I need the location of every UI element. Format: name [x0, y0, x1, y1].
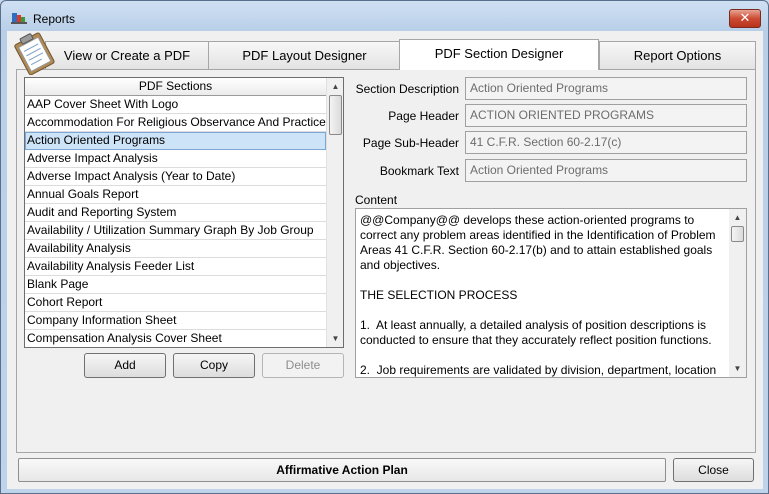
title-bar[interactable]: Reports ✕ — [1, 1, 768, 35]
bookmark-text-field[interactable]: Action Oriented Programs — [465, 159, 747, 182]
scroll-up-arrow-icon[interactable]: ▲ — [729, 209, 746, 226]
list-item[interactable]: Adverse Impact Analysis (Year to Date) — [25, 168, 326, 186]
window-title: Reports — [33, 12, 76, 26]
page-header-field[interactable]: ACTION ORIENTED PROGRAMS — [465, 104, 747, 127]
window-close-button[interactable]: ✕ — [729, 9, 761, 28]
content-label: Content — [355, 193, 398, 207]
page-header-label: Page Header — [388, 109, 459, 123]
close-button[interactable]: Close — [673, 458, 754, 482]
status-bar: Affirmative Action Plan — [18, 458, 666, 482]
list-item[interactable]: Blank Page — [25, 276, 326, 294]
add-button[interactable]: Add — [84, 353, 166, 378]
copy-button[interactable]: Copy — [173, 353, 255, 378]
list-item[interactable]: Availability Analysis — [25, 240, 326, 258]
bookmark-text-label: Bookmark Text — [379, 164, 459, 178]
list-item[interactable]: Cohort Report — [25, 294, 326, 312]
list-item[interactable]: Adverse Impact Analysis — [25, 150, 326, 168]
scroll-thumb[interactable] — [329, 95, 342, 135]
list-rows: AAP Cover Sheet With Logo Accommodation … — [25, 96, 326, 347]
list-item[interactable]: Audit and Reporting System — [25, 204, 326, 222]
list-column-header[interactable]: PDF Sections — [25, 78, 326, 96]
content-textarea[interactable]: @@Company@@ develops these action-orient… — [355, 208, 747, 378]
list-scrollbar[interactable]: ▲ ▼ — [326, 78, 343, 347]
list-item[interactable]: Accommodation For Religious Observance A… — [25, 114, 326, 132]
scroll-up-arrow-icon[interactable]: ▲ — [327, 78, 343, 95]
delete-button[interactable]: Delete — [262, 353, 344, 378]
list-item-selected[interactable]: Action Oriented Programs — [25, 132, 326, 150]
reports-icon — [11, 13, 27, 24]
scroll-down-arrow-icon[interactable]: ▼ — [327, 330, 343, 347]
list-item[interactable]: Availability Analysis Feeder List — [25, 258, 326, 276]
scroll-down-arrow-icon[interactable]: ▼ — [729, 360, 746, 377]
clipboard-icon — [14, 32, 55, 75]
list-item[interactable]: Annual Goals Report — [25, 186, 326, 204]
list-item[interactable]: Company Information Sheet — [25, 312, 326, 330]
scroll-thumb[interactable] — [731, 226, 744, 242]
list-item[interactable]: Compensation Analysis Cover Sheet — [25, 330, 326, 347]
page-subheader-field[interactable]: 41 C.F.R. Section 60-2.17(c) — [465, 131, 747, 154]
content-scrollbar[interactable]: ▲ ▼ — [729, 209, 746, 377]
list-item[interactable]: AAP Cover Sheet With Logo — [25, 96, 326, 114]
tab-pdf-layout-designer[interactable]: PDF Layout Designer — [208, 41, 401, 69]
tab-report-options[interactable]: Report Options — [599, 41, 756, 69]
list-item[interactable]: Availability / Utilization Summary Graph… — [25, 222, 326, 240]
section-description-field[interactable]: Action Oriented Programs — [465, 77, 747, 100]
tab-pdf-section-designer[interactable]: PDF Section Designer — [399, 39, 599, 70]
page-subheader-label: Page Sub-Header — [362, 136, 459, 150]
pdf-sections-list[interactable]: PDF Sections AAP Cover Sheet With Logo A… — [24, 77, 344, 348]
section-description-label: Section Description — [355, 82, 459, 96]
reports-window: Reports ✕ View or Create a PDF PDF Layou… — [0, 0, 769, 494]
tab-view-or-create-pdf[interactable]: View or Create a PDF — [45, 41, 209, 69]
content-text[interactable]: @@Company@@ develops these action-orient… — [360, 213, 728, 377]
